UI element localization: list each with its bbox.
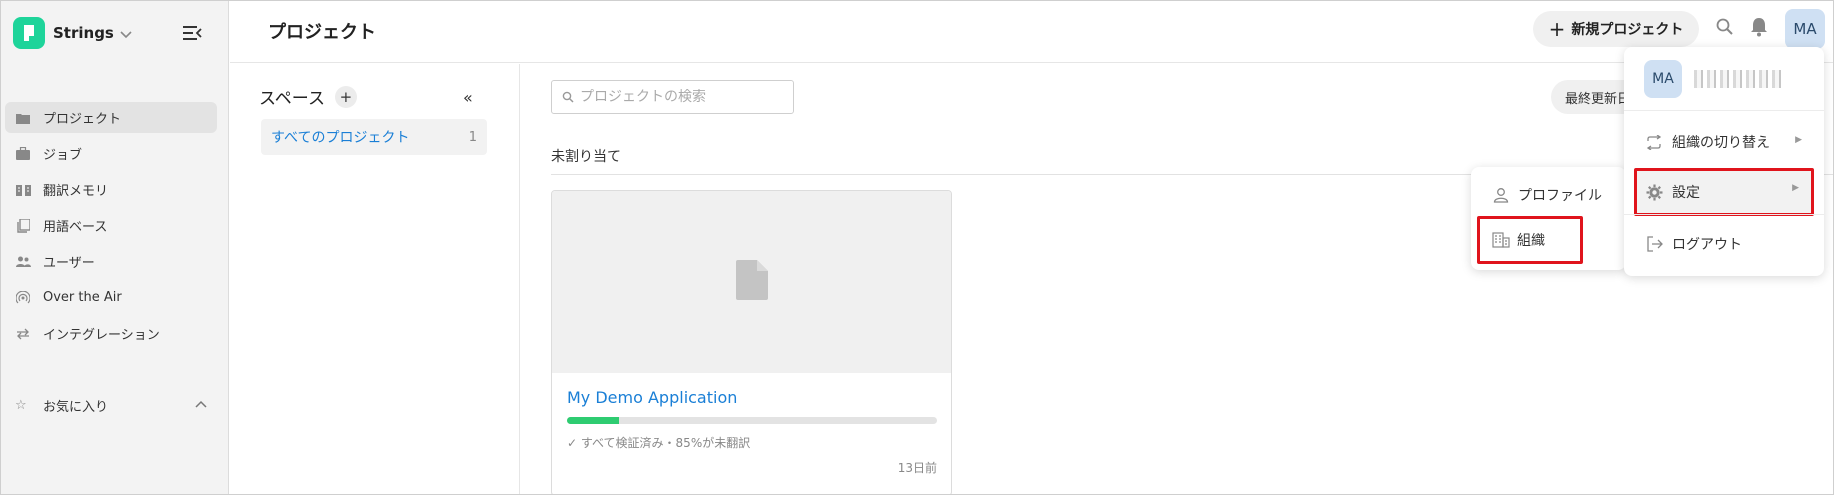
sidebar-item-label: インテグレーション: [43, 328, 160, 343]
project-search[interactable]: [551, 80, 794, 114]
project-thumbnail: [552, 191, 951, 373]
sidebar-item-label: プロジェクト: [43, 112, 122, 127]
spaces-panel: スペース + ‹‹ すべてのプロジェクト 1: [230, 64, 520, 494]
broadcast-icon: [15, 290, 31, 306]
sidebar-item-label: ユーザー: [43, 256, 95, 271]
sidebar-item-jobs[interactable]: ジョブ: [5, 138, 217, 169]
sidebar-item-label: 用語ベース: [43, 220, 108, 235]
menu-item-label: ログアウト: [1672, 237, 1742, 253]
sidebar: Strings プロジェクト ジョブ 翻訳メモリ 用語ベース ユーザー Over…: [1, 1, 229, 494]
project-title-link[interactable]: My Demo Application: [567, 388, 737, 407]
search-icon[interactable]: [1715, 17, 1737, 39]
building-icon: [1492, 232, 1510, 248]
sidebar-item-over-the-air[interactable]: Over the Air: [5, 282, 217, 313]
collapse-spaces-icon[interactable]: ‹‹: [463, 88, 473, 107]
caret-right-icon: ▶: [1792, 183, 1799, 193]
progress-fill: [567, 417, 619, 424]
sidebar-item-label: Over the Air: [43, 290, 122, 305]
menu-item-organization[interactable]: 組織: [1477, 216, 1583, 264]
search-input[interactable]: [580, 89, 780, 105]
plus-icon: +: [1548, 17, 1566, 41]
chevron-up-icon[interactable]: [195, 397, 207, 412]
caret-right-icon: ▶: [1795, 135, 1802, 145]
collapse-sidebar-icon[interactable]: [181, 24, 203, 42]
user-avatar-button[interactable]: MA: [1785, 9, 1825, 49]
spaces-title: スペース: [259, 89, 325, 109]
section-title-unassigned: 未割り当て: [551, 149, 621, 165]
avatar: MA: [1644, 59, 1682, 98]
sidebar-item-termbase[interactable]: 用語ベース: [5, 210, 217, 241]
space-item-count: 1: [468, 129, 477, 145]
project-updated-date: 13日前: [897, 461, 937, 475]
bell-icon[interactable]: [1750, 17, 1772, 39]
book-icon: [15, 182, 31, 198]
chevron-down-icon: [120, 24, 132, 43]
org-switcher[interactable]: Strings: [13, 16, 132, 50]
space-item-all-projects[interactable]: すべてのプロジェクト 1: [261, 119, 487, 155]
sidebar-item-label: ジョブ: [43, 148, 83, 163]
favorites-section[interactable]: ☆ お気に入り: [5, 390, 217, 420]
page-title: プロジェクト: [268, 22, 376, 43]
gear-icon: [1646, 184, 1664, 201]
users-icon: [15, 254, 31, 270]
top-header: プロジェクト + 新規プロジェクト MA: [230, 1, 1833, 63]
space-item-label: すべてのプロジェクト: [271, 130, 410, 146]
new-project-label: 新規プロジェクト: [1571, 22, 1684, 38]
menu-item-switch-organization[interactable]: 組織の切り替え ▶: [1634, 123, 1814, 161]
project-card[interactable]: My Demo Application ✓ すべて検証済み・85%が未翻訳 13…: [551, 190, 952, 494]
logout-icon: [1646, 236, 1664, 252]
folder-icon: [15, 110, 31, 126]
strings-logo-icon: [13, 17, 45, 49]
sidebar-item-integrations[interactable]: インテグレーション: [5, 318, 217, 349]
new-project-button[interactable]: + 新規プロジェクト: [1533, 11, 1699, 47]
file-icon: [735, 260, 768, 304]
sidebar-item-users[interactable]: ユーザー: [5, 246, 217, 277]
menu-item-label: 設定: [1672, 185, 1700, 201]
menu-item-label: 組織: [1517, 233, 1545, 249]
sidebar-nav: プロジェクト ジョブ 翻訳メモリ 用語ベース ユーザー Over the Air…: [5, 102, 217, 354]
menu-item-logout[interactable]: ログアウト: [1634, 225, 1814, 263]
menu-divider: [1624, 214, 1824, 215]
menu-item-profile[interactable]: プロファイル: [1485, 178, 1615, 212]
project-status: ✓ すべて検証済み・85%が未翻訳: [567, 436, 751, 450]
user-dropdown-menu: MA 組織の切り替え ▶ 設定 ▶ ログアウト: [1624, 47, 1824, 276]
arrows-icon: [15, 326, 31, 342]
redacted-username: [1694, 69, 1784, 88]
favorites-label: お気に入り: [43, 399, 109, 415]
briefcase-icon: [15, 146, 31, 162]
sidebar-item-label: 翻訳メモリ: [43, 184, 109, 199]
menu-item-label: プロファイル: [1518, 188, 1602, 204]
switch-icon: [1646, 134, 1664, 150]
menu-item-settings[interactable]: 設定 ▶: [1634, 168, 1814, 216]
spaces-header: スペース +: [259, 84, 357, 109]
menu-user-header: MA: [1624, 47, 1824, 111]
settings-submenu: プロファイル 組織: [1471, 167, 1626, 270]
sidebar-item-projects[interactable]: プロジェクト: [5, 102, 217, 133]
user-icon: [1493, 187, 1511, 203]
menu-item-label: 組織の切り替え: [1672, 135, 1770, 151]
glossary-icon: [15, 218, 31, 234]
add-space-button[interactable]: +: [334, 85, 357, 108]
translation-progress-bar: [567, 417, 937, 424]
app-window: Strings プロジェクト ジョブ 翻訳メモリ 用語ベース ユーザー Over…: [0, 0, 1834, 495]
app-name: Strings: [53, 24, 114, 42]
search-icon: [562, 88, 574, 107]
star-icon: ☆: [15, 397, 27, 413]
sidebar-item-translation-memory[interactable]: 翻訳メモリ: [5, 174, 217, 205]
